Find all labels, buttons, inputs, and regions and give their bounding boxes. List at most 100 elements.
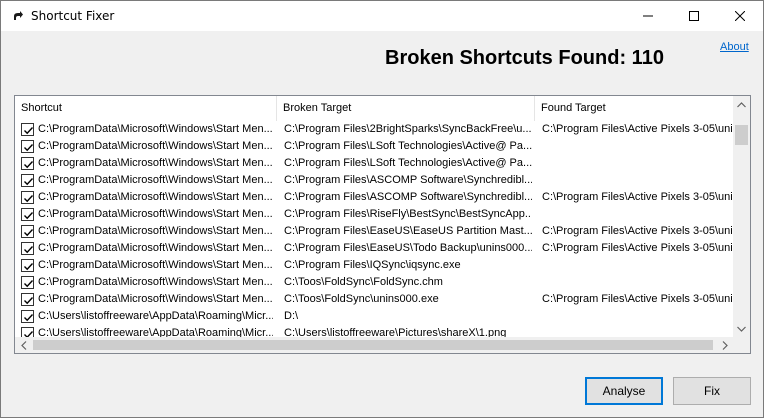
checkmark-icon xyxy=(24,144,34,152)
shortcut-cell: C:\ProgramData\Microsoft\Windows\Start M… xyxy=(38,123,273,135)
broken-target-cell: C:\Program Files\ASCOMP Software\Synchre… xyxy=(284,174,532,186)
scrollbar-corner xyxy=(733,337,750,353)
maximize-button[interactable] xyxy=(671,1,717,31)
row-checkbox[interactable] xyxy=(21,208,34,221)
column-header-shortcut[interactable]: Shortcut xyxy=(15,96,277,121)
list-item[interactable]: C:\ProgramData\Microsoft\Windows\Start M… xyxy=(15,223,733,240)
broken-count-label: Broken Shortcuts Found: xyxy=(385,47,627,69)
row-checkbox[interactable] xyxy=(21,191,34,204)
found-target-cell xyxy=(542,309,732,325)
row-checkbox[interactable] xyxy=(21,123,34,136)
column-header-found-target[interactable]: Found Target xyxy=(535,96,733,121)
list-item[interactable]: C:\Users\listoffreeware\AppData\Roaming\… xyxy=(15,308,733,325)
row-checkbox[interactable] xyxy=(21,174,34,187)
scroll-left-button[interactable] xyxy=(15,337,32,353)
broken-target-cell: C:\Program Files\RiseFly\BestSync\BestSy… xyxy=(284,208,532,220)
shortcut-cell: C:\ProgramData\Microsoft\Windows\Start M… xyxy=(38,140,273,152)
chevron-up-icon xyxy=(737,101,746,107)
checkmark-icon xyxy=(24,229,34,237)
found-target-cell: C:\Program Files\Active Pixels 3-05\uni.… xyxy=(542,225,732,237)
list-item[interactable]: C:\ProgramData\Microsoft\Windows\Start M… xyxy=(15,172,733,189)
found-target-cell xyxy=(542,207,732,223)
list-item[interactable]: C:\ProgramData\Microsoft\Windows\Start M… xyxy=(15,274,733,291)
found-target-cell xyxy=(542,173,732,189)
shortcut-cell: C:\ProgramData\Microsoft\Windows\Start M… xyxy=(38,242,273,254)
broken-target-cell: D:\ xyxy=(284,310,299,322)
shortcut-cell: C:\ProgramData\Microsoft\Windows\Start M… xyxy=(38,157,273,169)
checkmark-icon xyxy=(24,280,34,288)
list-item[interactable]: C:\ProgramData\Microsoft\Windows\Start M… xyxy=(15,138,733,155)
list-rows: C:\ProgramData\Microsoft\Windows\Start M… xyxy=(15,121,733,337)
found-target-cell xyxy=(542,139,732,155)
list-item[interactable]: C:\ProgramData\Microsoft\Windows\Start M… xyxy=(15,240,733,257)
broken-target-cell: C:\Program Files\LSoft Technologies\Acti… xyxy=(284,157,532,169)
title-bar[interactable]: Shortcut Fixer xyxy=(1,1,763,31)
shortcut-list[interactable]: Shortcut Broken Target Found Target C:\P… xyxy=(14,95,751,354)
shortcut-cell: C:\ProgramData\Microsoft\Windows\Start M… xyxy=(38,191,273,203)
fix-button[interactable]: Fix xyxy=(673,377,751,405)
broken-count-value: 110 xyxy=(631,47,664,69)
list-item[interactable]: C:\ProgramData\Microsoft\Windows\Start M… xyxy=(15,291,733,308)
about-link[interactable]: About xyxy=(720,41,749,53)
chevron-left-icon xyxy=(20,340,26,350)
column-header-broken-target[interactable]: Broken Target xyxy=(277,96,535,121)
list-item[interactable]: C:\ProgramData\Microsoft\Windows\Start M… xyxy=(15,155,733,172)
broken-target-cell: C:\Program Files\EaseUS\Todo Backup\unin… xyxy=(284,242,532,254)
window-title: Shortcut Fixer xyxy=(31,9,115,23)
scroll-up-button[interactable] xyxy=(733,96,750,113)
shortcut-cell: C:\ProgramData\Microsoft\Windows\Start M… xyxy=(38,259,273,271)
row-checkbox[interactable] xyxy=(21,276,34,289)
found-target-cell xyxy=(542,156,732,172)
scroll-right-button[interactable] xyxy=(716,337,733,353)
row-checkbox[interactable] xyxy=(21,293,34,306)
checkmark-icon xyxy=(24,263,34,271)
row-checkbox[interactable] xyxy=(21,140,34,153)
row-checkbox[interactable] xyxy=(21,225,34,238)
shortcut-cell: C:\Users\listoffreeware\AppData\Roaming\… xyxy=(38,327,273,337)
row-checkbox[interactable] xyxy=(21,327,34,337)
checkmark-icon xyxy=(24,246,34,254)
broken-target-cell: C:\Program Files\EaseUS\EaseUS Partition… xyxy=(284,225,532,237)
list-item[interactable]: C:\ProgramData\Microsoft\Windows\Start M… xyxy=(15,189,733,206)
analyse-button[interactable]: Analyse xyxy=(585,377,663,405)
list-item[interactable]: C:\Users\listoffreeware\AppData\Roaming\… xyxy=(15,325,733,337)
minimize-icon xyxy=(643,15,653,17)
list-item[interactable]: C:\ProgramData\Microsoft\Windows\Start M… xyxy=(15,121,733,138)
found-target-cell: C:\Program Files\Active Pixels 3-05\uni.… xyxy=(542,293,732,305)
found-target-cell xyxy=(542,275,732,291)
found-target-cell: C:\Program Files\Active Pixels 3-05\uni.… xyxy=(542,242,732,254)
minimize-button[interactable] xyxy=(625,1,671,31)
checkmark-icon xyxy=(24,178,34,186)
checkmark-icon xyxy=(24,331,34,337)
list-item[interactable]: C:\ProgramData\Microsoft\Windows\Start M… xyxy=(15,206,733,223)
shortcut-arrow-icon xyxy=(11,9,25,23)
list-item[interactable]: C:\ProgramData\Microsoft\Windows\Start M… xyxy=(15,257,733,274)
scroll-down-button[interactable] xyxy=(733,320,750,337)
close-button[interactable] xyxy=(717,1,763,31)
checkmark-icon xyxy=(24,297,34,305)
shortcut-cell: C:\ProgramData\Microsoft\Windows\Start M… xyxy=(38,174,273,186)
maximize-icon xyxy=(689,11,699,21)
list-header: Shortcut Broken Target Found Target xyxy=(15,96,733,121)
horizontal-scroll-thumb[interactable] xyxy=(33,340,713,350)
chevron-down-icon xyxy=(737,326,746,332)
broken-target-cell: C:\Program Files\LSoft Technologies\Acti… xyxy=(284,140,532,152)
shortcut-cell: C:\ProgramData\Microsoft\Windows\Start M… xyxy=(38,276,273,288)
vertical-scroll-thumb[interactable] xyxy=(735,125,748,145)
row-checkbox[interactable] xyxy=(21,310,34,323)
checkmark-icon xyxy=(24,314,34,322)
shortcut-cell: C:\ProgramData\Microsoft\Windows\Start M… xyxy=(38,225,273,237)
shortcut-cell: C:\ProgramData\Microsoft\Windows\Start M… xyxy=(38,208,273,220)
broken-count-heading: Broken Shortcuts Found: 110 xyxy=(385,47,664,70)
row-checkbox[interactable] xyxy=(21,157,34,170)
chevron-right-icon xyxy=(722,340,728,350)
broken-target-cell: C:\Program Files\2BrightSparks\SyncBackF… xyxy=(284,123,532,135)
checkmark-icon xyxy=(24,212,34,220)
row-checkbox[interactable] xyxy=(21,259,34,272)
shortcut-cell: C:\ProgramData\Microsoft\Windows\Start M… xyxy=(38,293,273,305)
found-target-cell xyxy=(542,326,732,337)
horizontal-scrollbar[interactable] xyxy=(15,337,733,353)
broken-target-cell: C:\Program Files\ASCOMP Software\Synchre… xyxy=(284,191,532,203)
vertical-scrollbar[interactable] xyxy=(733,96,750,337)
row-checkbox[interactable] xyxy=(21,242,34,255)
